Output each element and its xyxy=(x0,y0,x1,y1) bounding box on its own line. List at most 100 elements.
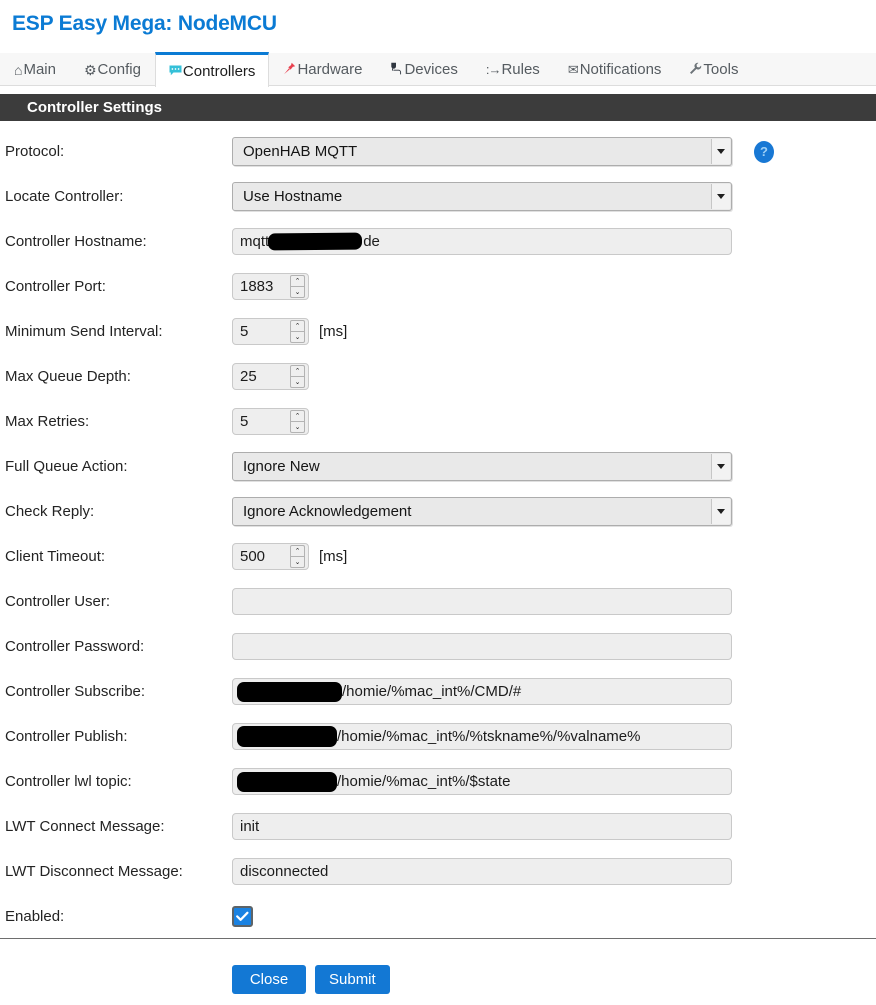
chevron-down-icon xyxy=(711,184,730,209)
row-controller-hostname: Controller Hostname: mqtt de xyxy=(0,219,876,264)
section-title: Controller Settings xyxy=(27,99,163,116)
controller-user-input[interactable] xyxy=(232,588,732,615)
submit-button[interactable]: Submit xyxy=(315,965,390,994)
check-icon xyxy=(236,911,249,921)
full-queue-action-select[interactable]: Ignore New xyxy=(232,452,732,481)
controller-port-label: Controller Port: xyxy=(5,278,106,295)
stepper-up-icon[interactable]: ⌃ xyxy=(290,275,305,286)
stepper-buttons: ⌃ ⌄ xyxy=(290,410,305,433)
controller-subscribe-control: /homie/%mac_int%/CMD/# xyxy=(232,678,732,705)
stepper-up-icon[interactable]: ⌃ xyxy=(290,545,305,556)
tab-label: Main xyxy=(23,61,56,78)
publish-suffix: /homie/%mac_int%/%tskname%/%valname% xyxy=(337,728,641,745)
stepper-down-icon[interactable]: ⌄ xyxy=(290,376,305,388)
hostname-prefix: mqtt xyxy=(240,233,270,250)
stepper-down-icon[interactable]: ⌄ xyxy=(290,421,305,433)
max-queue-depth-control: 25 ⌃ ⌄ xyxy=(232,363,309,390)
redaction-block xyxy=(237,726,337,747)
check-reply-label: Check Reply: xyxy=(5,503,95,520)
minimum-send-interval-stepper[interactable]: 5 ⌃ ⌄ xyxy=(232,318,309,345)
stepper-up-icon[interactable]: ⌃ xyxy=(290,320,305,331)
chevron-down-icon xyxy=(711,139,730,164)
max-queue-depth-label: Max Queue Depth: xyxy=(5,368,131,385)
controller-subscribe-input[interactable]: /homie/%mac_int%/CMD/# xyxy=(232,678,732,705)
controller-password-input[interactable] xyxy=(232,633,732,660)
client-timeout-control: 500 ⌃ ⌄ [ms] xyxy=(232,543,347,570)
protocol-select[interactable]: OpenHAB MQTT xyxy=(232,137,732,166)
tab-notifications[interactable]: ✉ Notifications xyxy=(554,53,676,86)
protocol-control: OpenHAB MQTT ? xyxy=(232,137,774,166)
row-controller-lwl-topic: Controller lwl topic: /homie/%mac_int%/$… xyxy=(0,759,876,804)
chevron-down-icon xyxy=(711,454,730,479)
controller-lwl-topic-control: /homie/%mac_int%/$state xyxy=(232,768,732,795)
lwt-connect-message-control: init xyxy=(232,813,732,840)
row-max-queue-depth: Max Queue Depth: 25 ⌃ ⌄ xyxy=(0,354,876,399)
lwt-disconnect-message-control: disconnected xyxy=(232,858,732,885)
check-reply-control: Ignore Acknowledgement xyxy=(232,497,732,526)
minimum-send-interval-unit: [ms] xyxy=(319,323,348,340)
section-header: Controller Settings xyxy=(0,94,876,121)
minimum-send-interval-label: Minimum Send Interval: xyxy=(5,323,163,340)
tab-rules[interactable]: :→ Rules xyxy=(472,53,554,86)
row-enabled: Enabled: xyxy=(0,894,876,939)
tab-devices[interactable]: Devices xyxy=(376,53,471,86)
max-retries-stepper[interactable]: 5 ⌃ ⌄ xyxy=(232,408,309,435)
enabled-label: Enabled: xyxy=(5,908,65,925)
lwt-connect-message-label: LWT Connect Message: xyxy=(5,818,165,835)
tab-list: ⌂ Main ⚙ Config Controllers Hardware Dev… xyxy=(0,52,752,87)
tab-label: Rules xyxy=(501,61,540,78)
tab-main[interactable]: ⌂ Main xyxy=(0,53,70,86)
tab-config[interactable]: ⚙ Config xyxy=(70,53,155,86)
row-locate-controller: Locate Controller: Use Hostname xyxy=(0,174,876,219)
wrench-icon xyxy=(689,62,702,77)
tab-controllers[interactable]: Controllers xyxy=(154,52,270,87)
row-controller-subscribe: Controller Subscribe: /homie/%mac_int%/C… xyxy=(0,669,876,714)
controller-hostname-input[interactable]: mqtt de xyxy=(232,228,732,255)
max-queue-depth-stepper[interactable]: 25 ⌃ ⌄ xyxy=(232,363,309,390)
controller-publish-control: /homie/%mac_int%/%tskname%/%valname% xyxy=(232,723,732,750)
hostname-suffix: de xyxy=(363,233,380,250)
subscribe-suffix: /homie/%mac_int%/CMD/# xyxy=(342,683,522,700)
close-button[interactable]: Close xyxy=(232,965,306,994)
speech-bubble-icon xyxy=(169,64,182,78)
controller-user-control xyxy=(232,588,732,615)
controller-user-label: Controller User: xyxy=(5,593,111,610)
stepper-up-icon[interactable]: ⌃ xyxy=(290,365,305,376)
tab-label: Tools xyxy=(703,61,739,78)
row-controller-password: Controller Password: xyxy=(0,624,876,669)
locate-controller-select[interactable]: Use Hostname xyxy=(232,182,732,211)
protocol-label: Protocol: xyxy=(5,143,65,160)
tab-label: Hardware xyxy=(297,61,363,78)
controller-port-control: 1883 ⌃ ⌄ xyxy=(232,273,309,300)
settings-form: Protocol: OpenHAB MQTT ? Locate Controll… xyxy=(0,129,876,939)
help-button[interactable]: ? xyxy=(754,140,774,163)
controller-publish-input[interactable]: /homie/%mac_int%/%tskname%/%valname% xyxy=(232,723,732,750)
lwt-disconnect-message-input[interactable]: disconnected xyxy=(232,858,732,885)
redaction-block xyxy=(237,771,337,792)
enabled-checkbox[interactable] xyxy=(232,906,253,927)
row-minimum-send-interval: Minimum Send Interval: 5 ⌃ ⌄ [ms] xyxy=(0,309,876,354)
locate-controller-value: Use Hostname xyxy=(243,188,343,205)
full-queue-action-label: Full Queue Action: xyxy=(5,458,128,475)
stepper-up-icon[interactable]: ⌃ xyxy=(290,410,305,421)
tab-tools[interactable]: Tools xyxy=(675,53,752,86)
client-timeout-unit: [ms] xyxy=(319,548,348,565)
row-controller-port: Controller Port: 1883 ⌃ ⌄ xyxy=(0,264,876,309)
stepper-buttons: ⌃ ⌄ xyxy=(290,320,305,343)
stepper-down-icon[interactable]: ⌄ xyxy=(290,556,305,568)
stepper-down-icon[interactable]: ⌄ xyxy=(290,286,305,298)
lwt-connect-message-input[interactable]: init xyxy=(232,813,732,840)
tab-label: Notifications xyxy=(579,61,662,78)
controller-password-control xyxy=(232,633,732,660)
tab-hardware[interactable]: Hardware xyxy=(269,53,376,86)
gear-icon: ⚙ xyxy=(83,61,97,78)
client-timeout-stepper[interactable]: 500 ⌃ ⌄ xyxy=(232,543,309,570)
row-controller-user: Controller User: xyxy=(0,579,876,624)
tab-label: Devices xyxy=(404,61,458,78)
locate-controller-label: Locate Controller: xyxy=(5,188,124,205)
locate-controller-control: Use Hostname xyxy=(232,182,732,211)
check-reply-select[interactable]: Ignore Acknowledgement xyxy=(232,497,732,526)
stepper-down-icon[interactable]: ⌄ xyxy=(290,331,305,343)
controller-port-stepper[interactable]: 1883 ⌃ ⌄ xyxy=(232,273,309,300)
controller-lwl-topic-input[interactable]: /homie/%mac_int%/$state xyxy=(232,768,732,795)
